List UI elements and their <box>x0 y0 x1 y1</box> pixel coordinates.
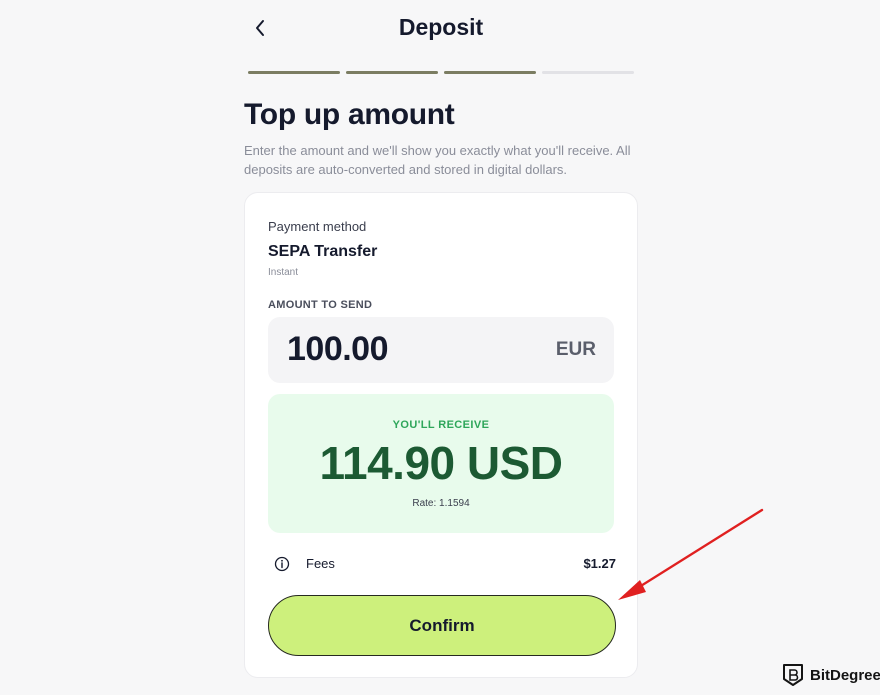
info-icon[interactable] <box>274 556 290 572</box>
annotation-arrow <box>618 508 764 600</box>
receive-panel: YOU'LL RECEIVE 114.90 USD Rate: 1.1594 <box>268 394 614 533</box>
section-heading: Top up amount <box>244 98 455 131</box>
bitdegree-logo-icon <box>783 664 803 686</box>
watermark-brand: BitDegree <box>810 666 880 684</box>
amount-value: 100.00 <box>287 330 389 368</box>
fees-row: Fees $1.27 <box>274 555 616 573</box>
progress-step-4 <box>542 71 634 74</box>
header: Deposit <box>244 0 638 60</box>
amount-input[interactable]: 100.00 EUR <box>268 317 614 383</box>
payment-method-label: Payment method <box>268 219 367 234</box>
payment-method-speed: Instant <box>268 267 299 278</box>
amount-to-send-label: AMOUNT TO SEND <box>268 299 373 311</box>
confirm-button[interactable]: Confirm <box>268 595 616 656</box>
currency-code: EUR <box>555 339 596 360</box>
deposit-card: Payment method SEPA Transfer Instant AMO… <box>244 192 638 678</box>
fees-label: Fees <box>306 556 335 571</box>
progress-step-1 <box>248 71 340 74</box>
receive-label: YOU'LL RECEIVE <box>392 419 490 431</box>
exchange-rate: Rate: 1.1594 <box>412 498 470 509</box>
payment-method-value[interactable]: SEPA Transfer <box>268 243 377 261</box>
receive-amount: 114.90 USD <box>319 437 563 489</box>
step-progress <box>248 71 634 75</box>
watermark: BitDegree <box>782 662 880 688</box>
progress-step-2 <box>346 71 438 74</box>
section-description: Enter the amount and we'll show you exac… <box>244 143 631 177</box>
progress-step-3 <box>444 71 536 74</box>
page-title: Deposit <box>398 14 484 40</box>
